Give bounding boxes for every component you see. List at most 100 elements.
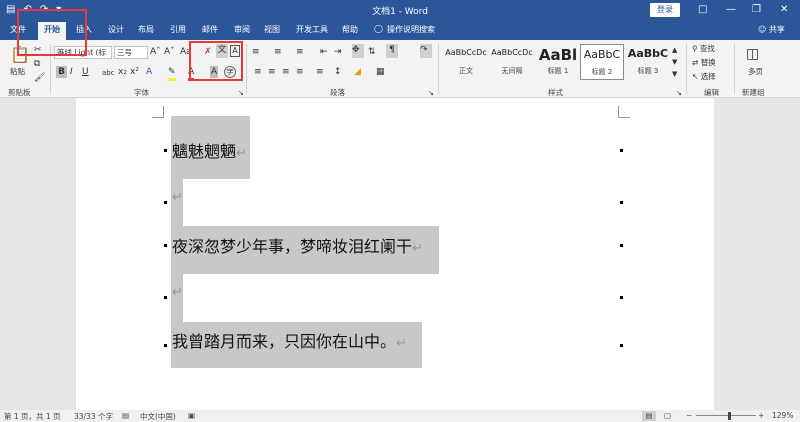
document-line[interactable]: 魑魅魍魉↵ — [172, 138, 247, 162]
shrink-font-icon[interactable]: Aˇ — [164, 46, 175, 58]
subscript-icon[interactable]: x₂ — [118, 66, 127, 78]
word-count-status[interactable]: 33/33 个字 — [74, 411, 113, 422]
format-mark — [620, 296, 623, 299]
justify-icon[interactable]: ≡ — [296, 66, 304, 78]
style-no-spacing[interactable]: AaBbCcDc 无间隔 — [490, 44, 534, 80]
annotation-box-home-tab — [17, 9, 87, 56]
macro-record-icon[interactable]: ▣ — [188, 411, 195, 420]
share-button[interactable]: ☺ 共享 — [758, 24, 785, 35]
cursor-icon: ↖ — [692, 72, 699, 81]
underline-icon[interactable]: U — [82, 66, 89, 78]
document-page[interactable]: 魑魅魍魉↵ ↵ 夜深忽梦少年事，梦啼妆泪红阑干↵ ↵ 我曾踏月而来，只因你在山中… — [76, 98, 714, 410]
style-heading-3[interactable]: AaBbC 标题 3 — [626, 44, 670, 80]
multilevel-list-icon[interactable]: ≡ — [296, 46, 304, 58]
line-spacing-icon[interactable]: ↕ — [334, 66, 342, 78]
format-painter-icon[interactable]: 🖌 — [34, 72, 45, 84]
bold-icon[interactable]: B — [56, 66, 67, 78]
annotation-box-font-tools — [189, 41, 243, 81]
text-effects-icon[interactable]: A — [146, 66, 152, 78]
zoom-in-icon[interactable]: + — [758, 411, 764, 420]
italic-icon[interactable]: I — [70, 66, 73, 78]
sort-icon[interactable]: ⇅ — [368, 46, 376, 58]
align-left-icon[interactable]: ≡ — [254, 66, 262, 78]
zoom-slider[interactable] — [696, 415, 756, 416]
show-hide-marks-icon[interactable]: ¶ — [386, 44, 398, 58]
style-normal[interactable]: AaBbCcDc 正文 — [444, 44, 488, 80]
increase-indent-icon[interactable]: ⇥ — [334, 46, 342, 58]
zoom-slider-thumb[interactable] — [728, 412, 731, 420]
font-size-combo[interactable]: 三号 — [114, 46, 148, 59]
person-icon: ☺ — [758, 25, 767, 34]
tab-mailings[interactable]: 邮件 — [202, 24, 218, 35]
web-layout-view-icon[interactable]: ▢ — [664, 411, 671, 420]
copy-icon[interactable]: ⧉ — [34, 58, 40, 70]
tab-help[interactable]: 帮助 — [342, 24, 358, 35]
minimize-icon[interactable]: — — [726, 2, 736, 18]
tab-design[interactable]: 设计 — [108, 24, 124, 35]
styles-more-icon[interactable]: ▼ — [672, 68, 677, 80]
numbering-icon[interactable]: ≡ — [274, 46, 282, 58]
replace-icon: ⇄ — [692, 58, 699, 67]
group-divider — [686, 44, 687, 94]
tab-references[interactable]: 引用 — [170, 24, 186, 35]
shading-icon[interactable]: ◢ — [354, 66, 361, 78]
language-status[interactable]: 中文(中国) — [140, 411, 176, 422]
strikethrough-icon[interactable]: abc — [102, 67, 115, 79]
find-button[interactable]: ⚲ 查找 — [692, 43, 715, 54]
zoom-out-icon[interactable]: − — [686, 411, 692, 420]
format-mark — [620, 344, 623, 347]
maximize-icon[interactable]: ❐ — [752, 2, 761, 18]
tab-developer[interactable]: 开发工具 — [296, 24, 328, 35]
format-mark — [620, 149, 623, 152]
distributed-icon[interactable]: ≡ — [316, 66, 324, 78]
close-icon[interactable]: ✕ — [780, 2, 788, 18]
decrease-indent-icon[interactable]: ⇤ — [320, 46, 328, 58]
new-group-label: 新建组 — [742, 88, 765, 97]
bullets-icon[interactable]: ≡ — [252, 46, 260, 58]
grow-font-icon[interactable]: Aˆ — [150, 46, 161, 58]
page-count-status[interactable]: 第 1 页，共 1 页 — [4, 411, 61, 422]
chinese-layout-icon[interactable]: ✥ — [352, 44, 364, 58]
font-group-label: 字体 — [134, 88, 149, 97]
borders-icon[interactable]: ▦ — [376, 66, 385, 78]
tell-me-search[interactable]: ◯ 操作说明搜索 — [374, 24, 435, 35]
style-heading-2[interactable]: AaBbC 标题 2 — [580, 44, 624, 80]
format-mark — [620, 201, 623, 204]
multipage-button[interactable]: 多页 — [748, 66, 763, 77]
document-line[interactable]: 我曾踏月而来，只因你在山中。↵ — [172, 328, 407, 352]
paragraph-extra-icon[interactable]: ↷ — [420, 44, 432, 58]
paragraph-mark: ↵ — [236, 146, 247, 161]
highlight-icon[interactable]: ✎ — [168, 66, 176, 81]
paragraph-mark: ↵ — [412, 241, 423, 256]
format-mark — [164, 149, 167, 152]
document-line[interactable]: ↵ — [172, 186, 183, 205]
paste-button[interactable]: 粘贴 — [10, 66, 25, 77]
clipboard-group-label: 剪贴板 — [8, 88, 31, 97]
tab-view[interactable]: 视图 — [264, 24, 280, 35]
align-center-icon[interactable]: ≡ — [268, 66, 276, 78]
margin-corner-top-left — [152, 106, 164, 118]
document-line[interactable]: ↵ — [172, 281, 183, 300]
status-bar: 第 1 页，共 1 页 33/33 个字 ▤ 中文(中国) ▣ ▤ ▢ − + … — [0, 410, 800, 422]
paragraph-mark: ↵ — [172, 190, 183, 205]
style-heading-1[interactable]: AaBl 标题 1 — [536, 44, 580, 80]
select-button[interactable]: ↖ 选择 — [692, 71, 716, 82]
replace-button[interactable]: ⇄ 替换 — [692, 57, 716, 68]
ribbon-tabs: 文件 开始 插入 设计 布局 引用 邮件 审阅 视图 开发工具 帮助 ◯ 操作说… — [0, 20, 800, 40]
tab-review[interactable]: 审阅 — [234, 24, 250, 35]
styles-scroll-up-icon[interactable]: ▲ — [672, 44, 677, 56]
tab-layout[interactable]: 布局 — [138, 24, 154, 35]
zoom-level[interactable]: 129% — [772, 411, 793, 420]
paragraph-mark: ↵ — [396, 336, 407, 351]
document-line[interactable]: 夜深忽梦少年事，梦啼妆泪红阑干↵ — [172, 233, 423, 257]
proofing-icon[interactable]: ▤ — [122, 411, 129, 420]
login-button[interactable]: 登录 — [650, 3, 680, 17]
margin-corner-top-right — [618, 106, 630, 118]
styles-scroll-down-icon[interactable]: ▼ — [672, 56, 677, 68]
ribbon-display-icon[interactable]: □ — [698, 2, 707, 18]
align-right-icon[interactable]: ≡ — [282, 66, 290, 78]
print-layout-view-icon[interactable]: ▤ — [642, 411, 656, 421]
multipage-icon[interactable]: ◫ — [746, 46, 759, 62]
superscript-icon[interactable]: x² — [130, 66, 139, 78]
title-bar: ▤ ↶ ↷ ▾ 文档1 - Word 登录 □ — ❐ ✕ — [0, 0, 800, 20]
